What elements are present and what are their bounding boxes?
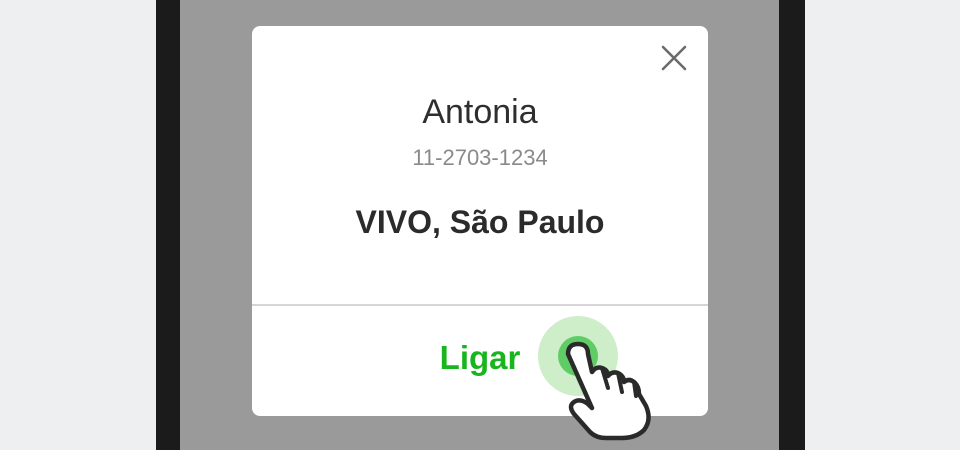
contact-name: Antonia [422, 93, 538, 131]
close-icon[interactable] [656, 40, 692, 76]
call-button[interactable]: Ligar [252, 306, 708, 416]
carrier-location: VIVO, São Paulo [355, 204, 605, 240]
close-button[interactable] [656, 40, 692, 76]
contact-phone-number: 11-2703-1234 [412, 145, 548, 170]
call-button-label: Ligar [439, 339, 521, 376]
contact-dialog: Antonia 11-2703-1234 VIVO, São Paulo Lig… [252, 26, 708, 416]
